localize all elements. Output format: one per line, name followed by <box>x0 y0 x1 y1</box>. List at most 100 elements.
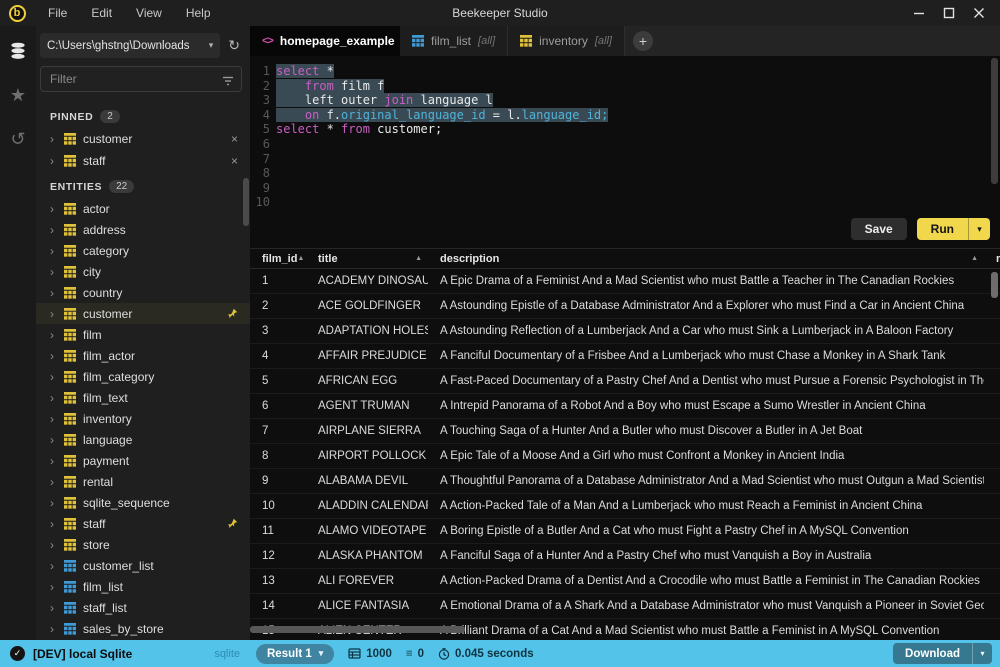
cell-film-id[interactable]: 10 <box>250 500 306 512</box>
cell-title[interactable]: AFFAIR PREJUDICE <box>306 350 428 362</box>
code-line[interactable]: left outer join language l <box>276 93 1000 108</box>
unpin-close-icon[interactable]: × <box>231 154 238 168</box>
code-line[interactable] <box>276 152 1000 167</box>
refresh-icon[interactable]: ↻ <box>226 37 242 54</box>
cell-title[interactable]: AIRPLANE SIERRA <box>306 425 428 437</box>
cell-film-id[interactable]: 7 <box>250 425 306 437</box>
download-button[interactable]: Download <box>893 643 972 664</box>
status-connection[interactable]: ✓ [DEV] local Sqlite sqlite <box>0 646 250 661</box>
new-tab-button[interactable]: + <box>633 31 653 51</box>
sidebar-item-city[interactable]: ›city <box>36 261 250 282</box>
cell-description[interactable]: A Boring Epistle of a Butler And a Cat w… <box>428 525 984 537</box>
cell-description[interactable]: A Brilliant Drama of a Cat And a Mad Sci… <box>428 625 984 637</box>
sidebar-item-film_category[interactable]: ›film_category <box>36 366 250 387</box>
cell-title[interactable]: ADAPTATION HOLES <box>306 325 428 337</box>
cell-description[interactable]: A Action-Packed Tale of a Man And a Lumb… <box>428 500 984 512</box>
sort-arrow-icon[interactable]: ▲ <box>297 255 304 262</box>
cell-film-id[interactable]: 6 <box>250 400 306 412</box>
code-line[interactable] <box>276 181 1000 196</box>
cell-film-id[interactable]: 4 <box>250 350 306 362</box>
sort-arrow-icon[interactable]: ▲ <box>415 255 422 262</box>
run-options-button[interactable]: ▾ <box>968 218 990 240</box>
code-line[interactable]: on f.original_language_id = l.language_i… <box>276 108 1000 123</box>
menu-file[interactable]: File <box>38 4 77 22</box>
code-line[interactable] <box>276 195 1000 210</box>
filter-input[interactable] <box>40 66 242 92</box>
sidebar-item-category[interactable]: ›category <box>36 240 250 261</box>
code-line[interactable]: from film f <box>276 79 1000 94</box>
sidebar-item-inventory[interactable]: ›inventory <box>36 408 250 429</box>
minimize-button[interactable] <box>908 3 930 23</box>
tab-inventory[interactable]: inventory[all] <box>508 26 625 56</box>
cell-film-id[interactable]: 9 <box>250 475 306 487</box>
cell-title[interactable]: ALABAMA DEVIL <box>306 475 428 487</box>
cell-film-id[interactable]: 12 <box>250 550 306 562</box>
sidebar-item-store[interactable]: ›store <box>36 534 250 555</box>
cell-film-id[interactable]: 1 <box>250 275 306 287</box>
sql-editor[interactable]: 12345678910 select * from film f left ou… <box>250 56 1000 248</box>
cell-film-id[interactable]: 14 <box>250 600 306 612</box>
cell-description[interactable]: A Touching Saga of a Hunter And a Butler… <box>428 425 984 437</box>
sidebar-scrollbar[interactable] <box>243 178 249 226</box>
run-button[interactable]: Run <box>917 218 968 240</box>
sidebar-item-actor[interactable]: ›actor <box>36 198 250 219</box>
code-line[interactable]: select * from customer; <box>276 122 1000 137</box>
cell-description[interactable]: A Action-Packed Drama of a Dentist And a… <box>428 575 984 587</box>
cell-title[interactable]: ACADEMY DINOSAUR <box>306 275 428 287</box>
code-line[interactable]: select * <box>276 64 1000 79</box>
maximize-button[interactable] <box>938 3 960 23</box>
result-selector[interactable]: Result 1 ▾ <box>256 644 334 664</box>
sidebar-item-country[interactable]: ›country <box>36 282 250 303</box>
cell-film-id[interactable]: 3 <box>250 325 306 337</box>
cell-film-id[interactable]: 11 <box>250 525 306 537</box>
cell-title[interactable]: ALASKA PHANTOM <box>306 550 428 562</box>
editor-scrollbar[interactable] <box>991 58 998 184</box>
sidebar-item-staff[interactable]: ›staff <box>36 513 250 534</box>
tab-homepage_example[interactable]: <>homepage_example× <box>250 26 400 56</box>
column-header-title[interactable]: title▲ <box>306 253 428 265</box>
unpin-close-icon[interactable]: × <box>231 132 238 146</box>
cell-title[interactable]: ALI FOREVER <box>306 575 428 587</box>
code-line[interactable] <box>276 137 1000 152</box>
sidebar-item-film_actor[interactable]: ›film_actor <box>36 345 250 366</box>
save-button[interactable]: Save <box>851 218 907 240</box>
cell-description[interactable]: A Fanciful Documentary of a Frisbee And … <box>428 350 984 362</box>
sidebar-item-address[interactable]: ›address <box>36 219 250 240</box>
cell-title[interactable]: ACE GOLDFINGER <box>306 300 428 312</box>
results-horizontal-scrollbar[interactable] <box>250 626 465 633</box>
cell-film-id[interactable]: 8 <box>250 450 306 462</box>
sidebar-item-language[interactable]: ›language <box>36 429 250 450</box>
cell-title[interactable]: AIRPORT POLLOCK <box>306 450 428 462</box>
cell-description[interactable]: A Epic Tale of a Moose And a Girl who mu… <box>428 450 984 462</box>
code-line[interactable] <box>276 166 1000 181</box>
cell-film-id[interactable]: 5 <box>250 375 306 387</box>
sidebar-item-customer_list[interactable]: ›customer_list <box>36 555 250 576</box>
sidebar-item-customer[interactable]: ›customer <box>36 303 250 324</box>
sidebar-item-sales_by_store[interactable]: ›sales_by_store <box>36 618 250 639</box>
sidebar-item-film_text[interactable]: ›film_text <box>36 387 250 408</box>
cell-description[interactable]: A Epic Drama of a Feminist And a Mad Sci… <box>428 275 984 287</box>
download-options-button[interactable]: ▾ <box>972 643 992 664</box>
sidebar-item-film_list[interactable]: ›film_list <box>36 576 250 597</box>
column-header-film_id[interactable]: film_id▲ <box>250 253 306 265</box>
tables-panel-button[interactable] <box>5 38 31 64</box>
sidebar-item-staff_list[interactable]: ›staff_list <box>36 597 250 618</box>
cell-title[interactable]: ALAMO VIDEOTAPE <box>306 525 428 537</box>
menu-view[interactable]: View <box>126 4 172 22</box>
menu-edit[interactable]: Edit <box>81 4 122 22</box>
cell-film-id[interactable]: 2 <box>250 300 306 312</box>
history-panel-button[interactable]: ↺ <box>5 126 31 152</box>
cell-description[interactable]: A Astounding Epistle of a Database Admin… <box>428 300 984 312</box>
column-header-description[interactable]: description▲ <box>428 253 984 265</box>
pinned-item-staff[interactable]: ›staff× <box>36 150 250 172</box>
close-button[interactable] <box>968 3 990 23</box>
menu-help[interactable]: Help <box>176 4 221 22</box>
cell-title[interactable]: ALICE FANTASIA <box>306 600 428 612</box>
cell-description[interactable]: A Thoughtful Panorama of a Database Admi… <box>428 475 984 487</box>
cell-description[interactable]: A Fanciful Saga of a Hunter And a Pastry… <box>428 550 984 562</box>
sidebar-item-sqlite_sequence[interactable]: ›sqlite_sequence <box>36 492 250 513</box>
sidebar-item-payment[interactable]: ›payment <box>36 450 250 471</box>
cell-description[interactable]: A Emotional Drama of a A Shark And a Dat… <box>428 600 984 612</box>
cell-title[interactable]: AFRICAN EGG <box>306 375 428 387</box>
pinned-item-customer[interactable]: ›customer× <box>36 128 250 150</box>
